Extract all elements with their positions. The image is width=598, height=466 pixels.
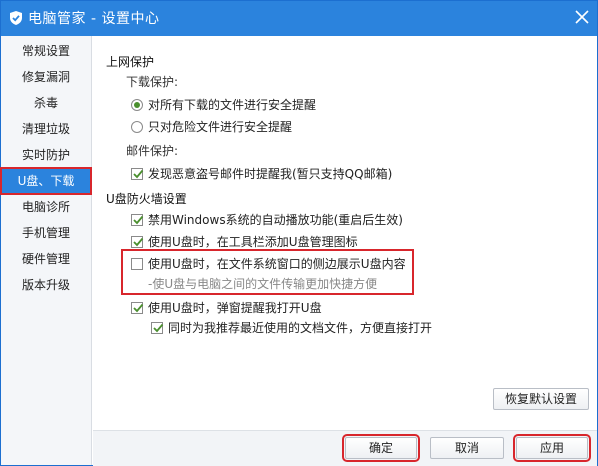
sidebar-item-hardware[interactable]: 硬件管理: [1, 246, 91, 272]
restore-default-button[interactable]: 恢复默认设置: [493, 388, 589, 410]
shield-logo-icon: [10, 11, 22, 25]
sidebar-item-general[interactable]: 常规设置: [1, 38, 91, 64]
sidebar-show-label[interactable]: 使用U盘时，在文件系统窗口的侧边展示U盘内容: [148, 256, 406, 272]
ok-button[interactable]: 确定: [342, 434, 420, 462]
sidebar-item-realtime[interactable]: 实时防护: [1, 142, 91, 168]
radio-dangerous-only[interactable]: [131, 121, 143, 133]
toolbar-icon-label[interactable]: 使用U盘时，在工具栏添加U盘管理图标: [148, 234, 358, 250]
radio-dangerous-only-label[interactable]: 只对危险文件进行安全提醒: [148, 119, 292, 135]
sidebar-item-phone[interactable]: 手机管理: [1, 220, 91, 246]
sidebar-item-patch[interactable]: 修复漏洞: [1, 64, 91, 90]
checkmark-icon: [133, 237, 144, 247]
settings-sidebar: 常规设置 修复漏洞 杀毒 清理垃圾 实时防护 U盘、下载 电脑诊所 手机管理 硬…: [0, 36, 92, 465]
section-web-protection-title: 上网保护: [106, 55, 155, 69]
settings-content: 上网保护 下载保护: 对所有下载的文件进行安全提醒 只对危险文件进行安全提醒 邮…: [93, 36, 597, 430]
radio-all-downloads-label[interactable]: 对所有下载的文件进行安全提醒: [148, 97, 316, 113]
settings-window: 电脑管家 - 设置中心 常规设置 修复漏洞 杀毒 清理垃圾 实时防护 U盘、下载…: [0, 0, 598, 466]
toolbar-icon-checkbox[interactable]: [131, 236, 144, 248]
sidebar-item-usb-download[interactable]: U盘、下载: [0, 167, 92, 195]
mail-protection-checkbox[interactable]: [131, 168, 144, 180]
radio-all-downloads[interactable]: [131, 99, 143, 111]
sidebar-item-upgrade[interactable]: 版本升级: [1, 272, 91, 298]
window-title: 电脑管家 - 设置中心: [28, 11, 160, 27]
checkmark-icon: [153, 323, 164, 333]
recommend-docs-label[interactable]: 同时为我推荐最近使用的文档文件，方便直接打开: [168, 320, 432, 336]
radio-selected-dot: [134, 102, 140, 108]
section-usb-firewall-title: U盘防火墙设置: [106, 192, 187, 206]
mail-protection-label: 邮件保护:: [126, 144, 179, 158]
sidebar-item-clinic[interactable]: 电脑诊所: [1, 194, 91, 220]
apply-button[interactable]: 应用: [513, 434, 591, 462]
dialog-footer: 确定 取消 应用: [93, 430, 597, 466]
checkmark-icon: [133, 303, 144, 313]
checkmark-icon: [133, 215, 144, 225]
popup-open-label[interactable]: 使用U盘时，弹窗提醒我打开U盘: [148, 300, 322, 316]
mail-protection-check-label[interactable]: 发现恶意盗号邮件时提醒我(暂只支持QQ邮箱): [148, 166, 392, 182]
close-icon[interactable]: [572, 7, 592, 27]
title-bar[interactable]: 电脑管家 - 设置中心: [1, 1, 597, 36]
sidebar-item-cleanup[interactable]: 清理垃圾: [1, 116, 91, 142]
popup-open-checkbox[interactable]: [131, 302, 144, 314]
download-protection-label: 下载保护:: [126, 75, 179, 89]
sidebar-show-checkbox[interactable]: [131, 258, 143, 270]
disable-autoplay-checkbox[interactable]: [131, 214, 144, 226]
recommend-docs-checkbox[interactable]: [151, 322, 164, 334]
cancel-button[interactable]: 取消: [430, 437, 504, 459]
disable-autoplay-label[interactable]: 禁用Windows系统的自动播放功能(重启后生效): [148, 212, 403, 228]
sidebar-item-antivirus[interactable]: 杀毒: [1, 90, 91, 116]
checkmark-icon: [133, 169, 144, 179]
sidebar-show-hint: -使U盘与电脑之间的文件传输更加快捷方便: [148, 277, 378, 291]
